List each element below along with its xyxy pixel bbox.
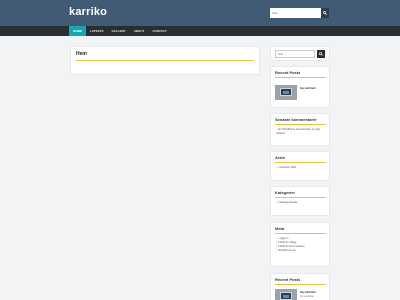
nav-item-contact[interactable]: Contact xyxy=(148,26,170,36)
site-header: karriko xyxy=(0,0,400,26)
main-content-card: Hem xyxy=(70,46,260,75)
widget-underline xyxy=(275,284,326,285)
widget-title: Kategorier xyxy=(275,190,296,195)
widget-underline xyxy=(275,162,326,163)
widget-title: Recent Posts xyxy=(275,277,301,282)
widget-title: Recent Posts xyxy=(275,70,301,75)
category-link[interactable]: Okategoriserade xyxy=(276,201,297,205)
header-search-button[interactable] xyxy=(321,8,329,18)
header-search xyxy=(270,8,329,18)
archive-list: november 2021 xyxy=(276,166,296,170)
widget-title: Arkiv xyxy=(275,155,286,160)
wordpress-org-link[interactable]: WordPress.org xyxy=(276,249,305,253)
comments-list: En WordPress-kommentator om Hej världen! xyxy=(276,128,324,136)
site-title[interactable]: karriko xyxy=(69,6,107,18)
recent-posts-widget-2: Recent Posts Hej världen! 22 november xyxy=(270,273,330,300)
widget-underline xyxy=(275,233,326,234)
meta-list: Logga in Flöde för inlägg Flöde för komm… xyxy=(276,237,305,253)
page-title: Hem xyxy=(76,51,87,57)
widget-title: Meta xyxy=(275,226,285,231)
post-thumbnail[interactable] xyxy=(275,289,297,300)
search-icon xyxy=(319,52,323,56)
nav-item-gallery[interactable]: Gallery xyxy=(107,26,129,36)
widget-underline xyxy=(275,124,326,125)
search-icon xyxy=(323,11,327,15)
recent-post-link[interactable]: Hej världen! xyxy=(300,290,316,294)
archive-widget: Arkiv november 2021 xyxy=(270,151,330,181)
meta-widget: Meta Logga in Flöde för inlägg Flöde för… xyxy=(270,222,330,267)
comment-link[interactable]: En WordPress-kommentator om Hej världen! xyxy=(276,128,324,136)
nav-item-home[interactable]: Home xyxy=(69,26,86,36)
post-thumbnail[interactable] xyxy=(275,85,297,100)
sidebar-search-input[interactable] xyxy=(275,50,315,58)
recent-comments-widget: Senaste kommentarer En WordPress-komment… xyxy=(270,113,330,146)
archive-link[interactable]: november 2021 xyxy=(276,166,296,170)
categories-list: Okategoriserade xyxy=(276,201,297,205)
sidebar-search-button[interactable] xyxy=(317,50,325,58)
nav-item-latests[interactable]: Latests xyxy=(86,26,107,36)
recent-post-link[interactable]: Hej världen! xyxy=(300,86,316,90)
title-underline xyxy=(76,60,254,61)
header-search-input[interactable] xyxy=(270,8,321,18)
sidebar-search-widget xyxy=(270,46,330,61)
widget-underline xyxy=(275,197,326,198)
post-date: 22 november xyxy=(300,295,314,298)
widget-title: Senaste kommentarer xyxy=(275,117,317,122)
widget-underline xyxy=(275,77,326,78)
recent-posts-widget: Recent Posts Hej världen! xyxy=(270,66,330,108)
nav-item-about[interactable]: About xyxy=(130,26,149,36)
main-nav: Home Latests Gallery About Contact xyxy=(0,26,400,36)
categories-widget: Kategorier Okategoriserade xyxy=(270,186,330,216)
